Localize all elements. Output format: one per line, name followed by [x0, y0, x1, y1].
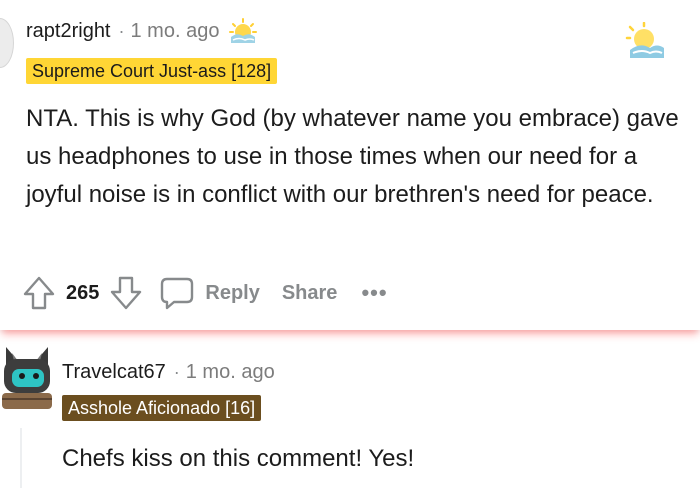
timestamp[interactable]: 1 mo. ago [186, 361, 275, 384]
downvote-icon[interactable] [109, 275, 143, 311]
user-flair: Supreme Court Just-ass [128] [26, 58, 278, 84]
comment-actions: 265 Reply Share ••• [22, 273, 388, 313]
username[interactable]: rapt2right [26, 20, 111, 43]
more-options-button[interactable]: ••• [361, 280, 387, 306]
comment-body: NTA. This is why God (by whatever name y… [26, 105, 679, 208]
reply-label: Reply [205, 281, 260, 304]
comment-card: rapt2right · 1 mo. ago Supreme Court Jus… [0, 0, 700, 330]
comment-body: Chefs kiss on this comment! Yes! [62, 445, 415, 472]
sunrise-award-icon[interactable] [624, 22, 666, 60]
separator-dot: · [173, 361, 180, 382]
comment-bubble-icon [161, 277, 194, 310]
username[interactable]: Travelcat67 [62, 361, 166, 384]
vote-count: 265 [66, 281, 100, 304]
comment-meta: rapt2right · 1 mo. ago [26, 17, 258, 45]
avatar[interactable] [0, 343, 54, 413]
comment-meta: Travelcat67 · 1 mo. ago [62, 358, 275, 386]
sunrise-award-icon[interactable] [229, 17, 258, 45]
reply-button[interactable]: Reply [159, 276, 260, 310]
upvote-icon[interactable] [22, 275, 56, 311]
timestamp[interactable]: 1 mo. ago [131, 20, 220, 43]
user-flair: Asshole Aficionado [16] [62, 395, 262, 421]
avatar[interactable] [0, 18, 14, 68]
separator-dot: · [118, 20, 125, 41]
share-button[interactable]: Share [282, 282, 338, 305]
thread-line[interactable] [20, 428, 22, 488]
